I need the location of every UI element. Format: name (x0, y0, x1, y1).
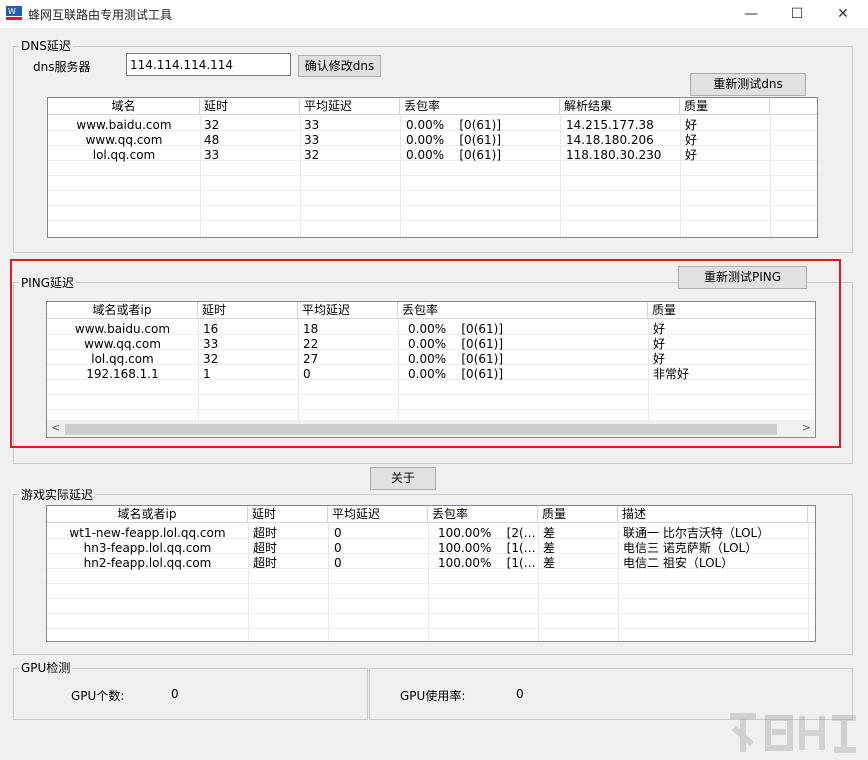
retest-dns-button[interactable]: 重新测试dns (690, 73, 806, 96)
dns-col-result[interactable]: 解析结果 (560, 98, 680, 115)
game-col-loss[interactable]: 丢包率 (428, 506, 538, 523)
dns-group-title: DNS延迟 (19, 39, 73, 53)
highlight-box (10, 259, 841, 448)
minimize-button[interactable]: — (728, 0, 774, 28)
dns-col-loss[interactable]: 丢包率 (400, 98, 560, 115)
dns-col-quality[interactable]: 质量 (680, 98, 770, 115)
app-logo-icon: W (6, 6, 22, 20)
gpu-group-title: GPU检测 (19, 661, 73, 675)
gpu-usage-label: GPU使用率: (400, 689, 466, 703)
gpu-usage-value: 0 (516, 687, 524, 701)
dns-server-input[interactable] (126, 53, 291, 76)
game-table[interactable]: 域名或者ip 延时 平均延迟 丢包率 质量 描述 wt1-new-feapp.l… (46, 505, 816, 642)
dns-table[interactable]: 域名 延时 平均延迟 丢包率 解析结果 质量 www.baidu.com 32 … (47, 97, 818, 238)
dns-server-label: dns服务器 (33, 60, 91, 74)
game-group-title: 游戏实际延迟 (19, 488, 96, 502)
svg-text:W: W (8, 7, 16, 16)
dns-col-avg[interactable]: 平均延迟 (300, 98, 400, 115)
gpu-count-value: 0 (171, 687, 179, 701)
game-col-delay[interactable]: 延时 (248, 506, 328, 523)
confirm-dns-button[interactable]: 确认修改dns (298, 55, 381, 77)
dns-col-domain[interactable]: 域名 (48, 98, 200, 115)
gpu-count-label: GPU个数: (71, 689, 125, 703)
dns-col-delay[interactable]: 延时 (200, 98, 300, 115)
window-title: 蜂网互联路由专用测试工具 (28, 8, 173, 22)
maximize-button[interactable]: ☐ (774, 0, 820, 28)
about-button[interactable]: 关于 (370, 467, 436, 490)
gpu-group (13, 668, 368, 720)
watermark-logo-icon (730, 713, 856, 753)
game-col-desc[interactable]: 描述 (618, 506, 808, 523)
game-col-quality[interactable]: 质量 (538, 506, 618, 523)
dns-col-blank (770, 98, 817, 115)
title-bar: W 蜂网互联路由专用测试工具 — ☐ ✕ (0, 0, 868, 28)
close-button[interactable]: ✕ (820, 0, 866, 28)
game-col-domain[interactable]: 域名或者ip (47, 506, 248, 523)
game-col-blank (808, 506, 815, 523)
game-col-avg[interactable]: 平均延迟 (328, 506, 428, 523)
